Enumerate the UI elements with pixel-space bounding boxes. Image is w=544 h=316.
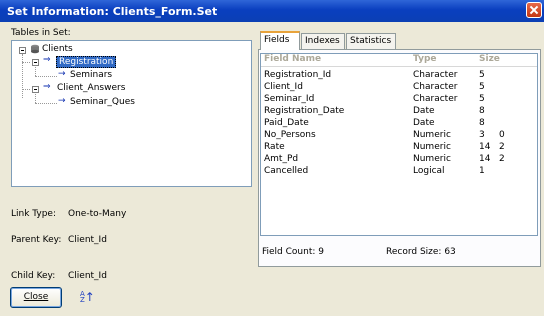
tree-item-client-answers[interactable]: Client_Answers: [57, 83, 125, 93]
table-row[interactable]: Client_Id Character 5: [261, 82, 537, 93]
tree-item-seminars[interactable]: Seminars: [70, 70, 112, 80]
column-header-size[interactable]: Size: [479, 54, 500, 64]
window-title: Set Information: Clients_Form.Set: [7, 5, 218, 18]
collapse-icon[interactable]: [32, 59, 39, 66]
table-row[interactable]: Seminar_Id Character 5: [261, 94, 537, 105]
link-type-value: One-to-Many: [68, 209, 127, 219]
title-bar: Set Information: Clients_Form.Set: [0, 0, 544, 22]
tree-root-clients[interactable]: Clients: [42, 44, 73, 54]
child-key-value: Client_Id: [68, 271, 107, 281]
table-row[interactable]: Registration_Id Character 5: [261, 70, 537, 81]
fields-table[interactable]: Field Name Type Size Registration_Id Char…: [260, 53, 538, 236]
tab-indexes[interactable]: Indexes: [301, 33, 345, 49]
close-icon[interactable]: [526, 2, 542, 18]
child-key-label: Child Key:: [11, 271, 56, 281]
close-button[interactable]: Close: [10, 287, 62, 308]
parent-key-value: Client_Id: [68, 235, 107, 245]
table-row[interactable]: No_Persons Numeric 3 0: [261, 130, 537, 141]
tab-statistics[interactable]: Statistics: [346, 33, 396, 49]
tab-fields[interactable]: Fields: [260, 31, 300, 50]
link-arrow-icon: ⇒: [43, 55, 51, 65]
table-row[interactable]: Registration_Date Date 8: [261, 106, 537, 117]
table-row[interactable]: Cancelled Logical 1: [261, 166, 537, 177]
link-arrow-icon: →: [58, 69, 66, 79]
link-type-label: Link Type:: [11, 209, 56, 219]
collapse-icon[interactable]: [32, 86, 39, 93]
table-row[interactable]: Rate Numeric 14 2: [261, 142, 537, 153]
tree-item-seminar-ques[interactable]: Seminar_Ques: [70, 97, 135, 107]
table-header: Field Name Type Size: [261, 54, 537, 67]
sort-az-icon[interactable]: A Z↑: [80, 290, 95, 304]
table-tree[interactable]: Clients ⇒ Registration → Seminars ⇒ Clie…: [11, 40, 252, 187]
link-arrow-icon: →: [58, 96, 66, 106]
column-header-field-name[interactable]: Field Name: [264, 54, 321, 64]
record-size: Record Size: 63: [386, 247, 456, 257]
database-icon: [30, 44, 40, 57]
table-row[interactable]: Amt_Pd Numeric 14 2: [261, 154, 537, 165]
table-row[interactable]: Paid_Date Date 8: [261, 118, 537, 129]
parent-key-label: Parent Key:: [11, 235, 62, 245]
collapse-icon[interactable]: [19, 47, 26, 54]
tree-item-registration[interactable]: Registration: [56, 56, 117, 68]
link-arrow-icon: ⇒: [43, 82, 51, 92]
field-count: Field Count: 9: [262, 247, 324, 257]
tables-in-set-label: Tables in Set:: [11, 28, 71, 38]
column-header-type[interactable]: Type: [413, 54, 436, 64]
